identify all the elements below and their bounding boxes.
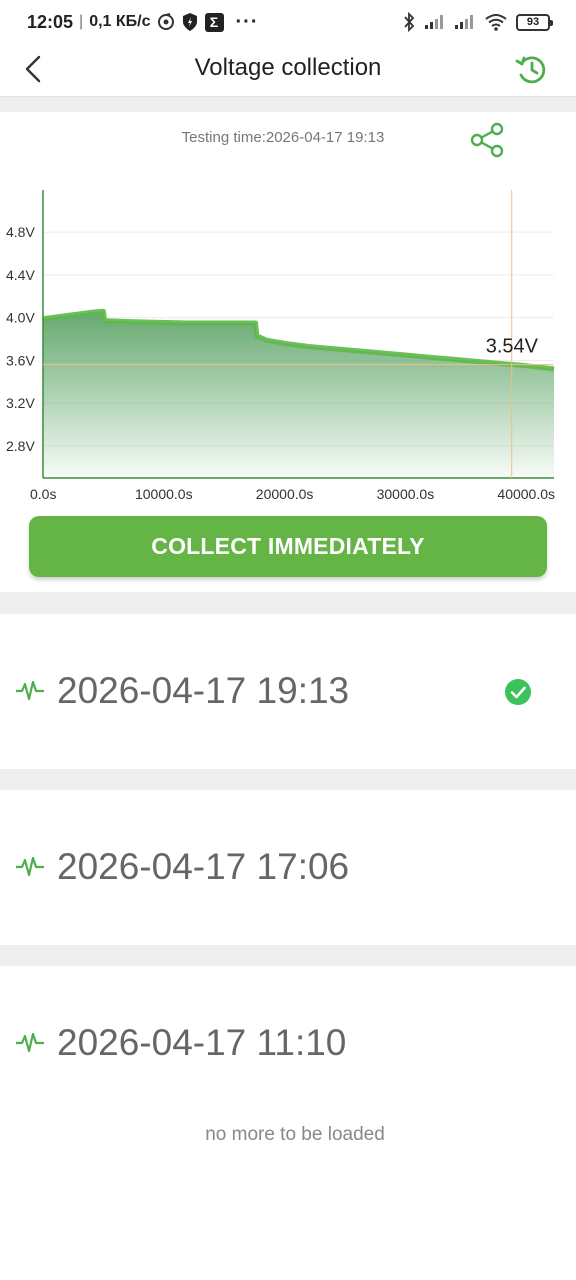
- no-more-label: no more to be loaded: [205, 1124, 385, 1145]
- pulse-icon: [16, 680, 44, 701]
- wifi-icon: [484, 13, 508, 31]
- sigma-app-icon: Σ: [204, 12, 224, 32]
- header-divider: [0, 96, 576, 112]
- record-time: 2026-04-17 19:13: [57, 670, 350, 711]
- status-bar: 12:05 | 0,1 КБ/с Σ ··· 93: [0, 0, 576, 44]
- y-tick-label: 4.0V: [6, 310, 35, 326]
- section-divider: [0, 769, 576, 790]
- signal-1-icon: [424, 14, 446, 30]
- cursor-value-label: 3.54V: [486, 336, 539, 358]
- pulse-icon: [16, 856, 44, 877]
- sync-icon: [157, 13, 175, 31]
- y-tick-label: 2.8V: [6, 438, 35, 454]
- collect-immediately-button[interactable]: COLLECT IMMEDIATELY: [29, 516, 547, 577]
- share-button[interactable]: [468, 120, 508, 160]
- network-speed: 0,1 КБ/с: [89, 13, 151, 30]
- status-time: 12:05: [27, 11, 74, 32]
- record-time: 2026-04-17 11:10: [57, 1022, 347, 1063]
- history-clock-icon: [515, 56, 546, 84]
- bluetooth-icon: [402, 12, 416, 32]
- section-divider: [0, 592, 576, 614]
- history-button[interactable]: [514, 53, 548, 87]
- app-header: Voltage collection: [0, 44, 576, 96]
- chart-card: Testing time:2026-04-17 19:13 3.54V 2.8V…: [0, 112, 576, 592]
- pulse-icon: [16, 1032, 44, 1053]
- shield-icon: [181, 12, 199, 32]
- series-area: [43, 311, 554, 478]
- selected-check-icon: [505, 679, 531, 705]
- status-separator: |: [79, 13, 84, 30]
- record-item[interactable]: 2026-04-17 17:06: [0, 790, 576, 945]
- page-title: Voltage collection: [194, 54, 382, 81]
- voltage-chart[interactable]: 3.54V 2.8V 3.2V 3.6V 4.0V 4.4V 4.8V 0.0s 10000.…: [0, 190, 576, 506]
- record-item[interactable]: 2026-04-17 19:13: [0, 614, 576, 769]
- x-tick-label: 10000.0s: [135, 486, 193, 502]
- record-time: 2026-04-17 17:06: [57, 846, 350, 887]
- share-icon: [470, 122, 504, 158]
- y-tick-label: 3.2V: [6, 395, 35, 411]
- y-tick-label: 3.6V: [6, 352, 35, 368]
- y-tick-label: 4.4V: [6, 267, 35, 283]
- x-tick-label: 30000.0s: [377, 486, 435, 502]
- more-notifications-icon: ···: [235, 11, 259, 33]
- x-tick-label: 40000.0s: [497, 486, 555, 502]
- record-item[interactable]: 2026-04-17 11:10: [0, 966, 576, 1121]
- battery-icon: 93: [516, 13, 553, 31]
- x-tick-label: 20000.0s: [256, 486, 314, 502]
- x-tick-label: 0.0s: [30, 486, 56, 502]
- signal-2-icon: [454, 14, 476, 30]
- section-divider: [0, 945, 576, 966]
- y-tick-label: 4.8V: [6, 224, 35, 240]
